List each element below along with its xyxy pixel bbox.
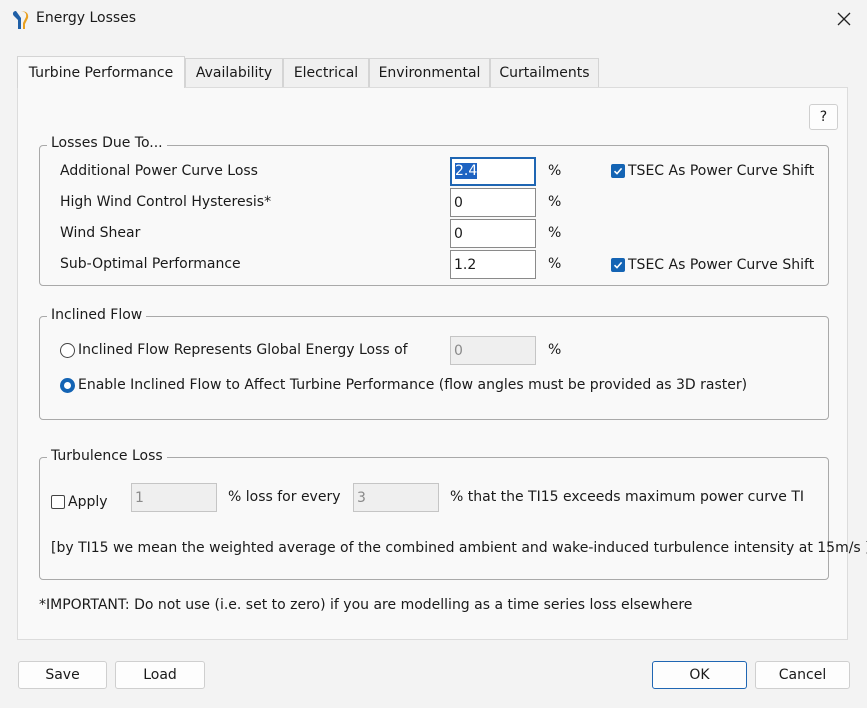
tsec-shift-checkbox-1[interactable]: [611, 164, 625, 178]
wind-shear-label: Wind Shear: [60, 225, 141, 241]
ti15-definition-note: [by TI15 we mean the weighted average of…: [51, 540, 867, 556]
apply-label: Apply: [68, 494, 108, 510]
tab-label: Environmental: [378, 65, 481, 81]
tab-turbine-performance[interactable]: Turbine Performance: [17, 56, 185, 88]
important-note: *IMPORTANT: Do not use (i.e. set to zero…: [39, 597, 693, 613]
title-bar: Energy Losses: [0, 0, 867, 40]
energy-losses-dialog: Energy Losses Turbine Performance Availa…: [0, 0, 867, 708]
sub-optimal-performance-label: Sub-Optimal Performance: [60, 256, 241, 272]
save-label: Save: [45, 667, 80, 683]
high-wind-hysteresis-label: High Wind Control Hysteresis*: [60, 194, 272, 210]
help-label: ?: [819, 109, 828, 125]
inclined-turbine-performance-label: Enable Inclined Flow to Affect Turbine P…: [78, 377, 748, 393]
additional-power-curve-loss-input[interactable]: 2.4: [450, 157, 536, 186]
turbulence-every-input[interactable]: [353, 483, 439, 512]
help-button[interactable]: ?: [809, 104, 838, 130]
inclined-global-loss-input[interactable]: [450, 336, 536, 365]
losses-group-title: Losses Due To...: [47, 135, 167, 151]
window-title: Energy Losses: [36, 10, 137, 26]
percent-unit: %: [548, 225, 562, 241]
apply-turbulence-checkbox[interactable]: [51, 495, 65, 509]
load-button[interactable]: Load: [115, 661, 205, 689]
tab-curtailments[interactable]: Curtailments: [490, 58, 599, 87]
turbulence-loss-group-title: Turbulence Loss: [47, 448, 167, 464]
selected-text: 2.4: [455, 163, 478, 179]
load-label: Load: [143, 667, 177, 683]
high-wind-hysteresis-input[interactable]: [450, 188, 536, 217]
percent-unit: %: [548, 194, 562, 210]
sub-optimal-performance-input[interactable]: [450, 250, 536, 279]
tab-availability[interactable]: Availability: [185, 58, 283, 87]
checkmark-icon: [613, 167, 623, 175]
tab-label: Turbine Performance: [28, 64, 174, 81]
close-icon: [837, 12, 851, 26]
save-button[interactable]: Save: [18, 661, 107, 689]
inclined-global-loss-label: Inclined Flow Represents Global Energy L…: [78, 342, 408, 358]
cancel-label: Cancel: [778, 667, 827, 683]
inclined-flow-group: [39, 316, 829, 420]
tab-environmental[interactable]: Environmental: [369, 58, 490, 87]
tsec-shift-label-2: TSEC As Power Curve Shift: [628, 257, 815, 273]
checkmark-icon: [613, 261, 623, 269]
ok-button[interactable]: OK: [652, 661, 747, 689]
percent-unit: %: [548, 256, 562, 272]
loss-for-every-label: % loss for every: [228, 489, 341, 505]
tab-electrical[interactable]: Electrical: [283, 58, 369, 87]
percent-unit: %: [548, 342, 562, 358]
ti15-exceeds-label: % that the TI15 exceeds maximum power cu…: [450, 489, 805, 505]
tab-label: Curtailments: [499, 65, 590, 81]
tab-label: Availability: [195, 65, 273, 81]
ok-label: OK: [689, 667, 710, 683]
inclined-global-loss-radio[interactable]: [60, 343, 75, 358]
tab-label: Electrical: [293, 65, 359, 81]
additional-power-curve-loss-label: Additional Power Curve Loss: [60, 163, 258, 179]
close-button[interactable]: [821, 0, 867, 38]
inclined-turbine-performance-radio[interactable]: [60, 378, 75, 393]
tsec-shift-checkbox-2[interactable]: [611, 258, 625, 272]
turbulence-loss-group: [39, 457, 829, 580]
tsec-shift-label-1: TSEC As Power Curve Shift: [628, 163, 815, 179]
inclined-flow-group-title: Inclined Flow: [47, 307, 147, 323]
percent-unit: %: [548, 163, 562, 179]
wind-shear-input[interactable]: [450, 219, 536, 248]
cancel-button[interactable]: Cancel: [755, 661, 850, 689]
app-logo-icon: [12, 11, 29, 29]
turbulence-loss-input[interactable]: [131, 483, 217, 512]
